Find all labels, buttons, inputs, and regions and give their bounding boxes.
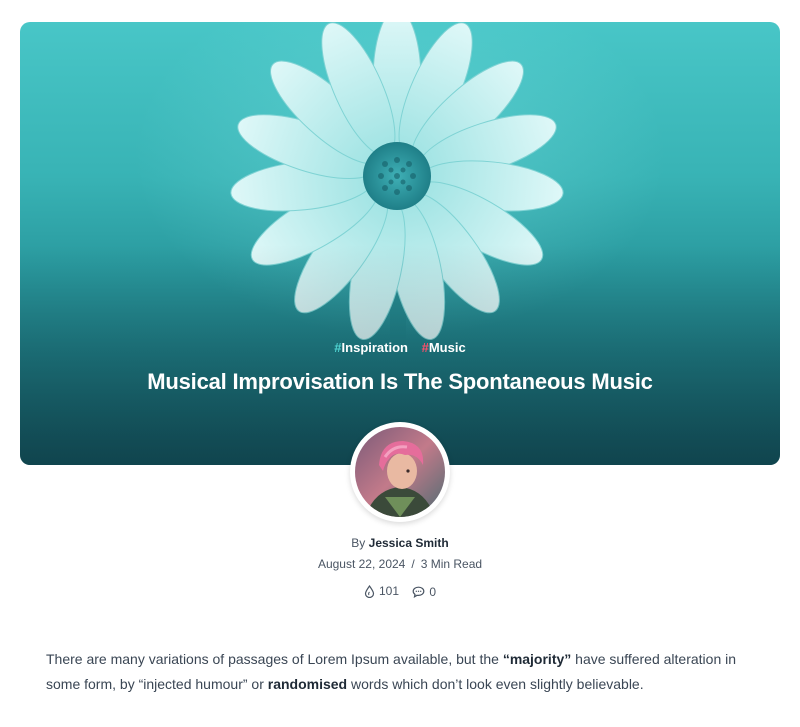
article-paragraph: There are many variations of passages of…: [46, 647, 766, 697]
avatar-image: [355, 427, 445, 517]
tag-label: Music: [428, 340, 466, 355]
author-avatar[interactable]: [350, 422, 450, 522]
paragraph-bold: randomised: [267, 676, 348, 692]
views-stat: 101: [364, 584, 399, 598]
comments-count: 0: [429, 584, 437, 599]
paragraph-text: There are many variations of passages of…: [46, 651, 503, 667]
tag-hash: #: [421, 340, 429, 355]
tag-music[interactable]: #Music: [422, 340, 466, 355]
tag-label: Inspiration: [341, 340, 408, 355]
tag-list: #Inspiration #Music: [20, 340, 780, 355]
tag-hash: #: [334, 340, 342, 355]
hero-banner: #Inspiration #Music Musical Improvisatio…: [20, 22, 780, 465]
comment-icon: [412, 586, 425, 598]
author-name[interactable]: Jessica Smith: [369, 536, 449, 550]
paragraph-text: words which don’t look even slightly bel…: [347, 676, 644, 692]
publish-date: August 22, 2024: [317, 557, 406, 571]
post-stats: 101 0: [0, 584, 800, 601]
meta-separator: /: [411, 557, 415, 571]
byline: By Jessica Smith: [0, 536, 800, 550]
byline-prefix: By: [351, 536, 366, 550]
drop-icon: [364, 584, 375, 598]
post-meta: August 22, 2024 / 3 Min Read: [0, 557, 800, 571]
read-time: 3 Min Read: [420, 557, 483, 571]
comments-stat[interactable]: 0: [412, 585, 436, 599]
paragraph-bold: “majority”: [502, 651, 572, 667]
tag-inspiration[interactable]: #Inspiration: [334, 340, 408, 355]
article-title: Musical Improvisation Is The Spontaneous…: [147, 369, 653, 394]
views-count: 101: [378, 584, 399, 598]
